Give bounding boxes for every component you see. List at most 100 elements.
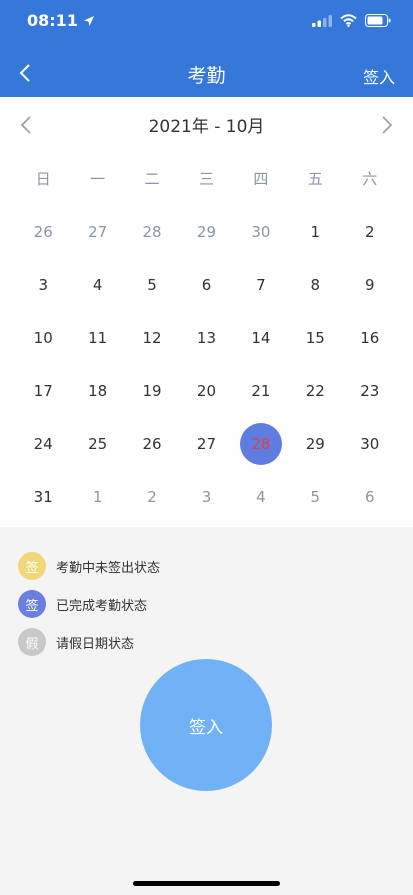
signin-button-label: 签入 [189,717,223,738]
calendar-day[interactable]: 6 [179,258,233,311]
calendar-day-number: 29 [305,434,325,453]
calendar-day[interactable]: 14 [234,311,288,364]
calendar-day[interactable]: 25 [70,417,124,470]
calendar-day-number: 2 [364,222,375,241]
calendar-day[interactable]: 19 [125,364,179,417]
calendar-day[interactable]: 27 [179,417,233,470]
calendar-day[interactable]: 30 [234,205,288,258]
month-selector: 2021年 - 10月 [0,111,413,137]
calendar-day-number: 24 [33,434,53,453]
battery-icon [365,14,391,27]
calendar-week-row: 3 4 5 6 7 8 9 [16,258,397,311]
calendar-day[interactable]: 1 [70,470,124,523]
calendar-day-number: 6 [201,275,212,294]
calendar-day[interactable]: 27 [70,205,124,258]
calendar-day-number: 8 [310,275,321,294]
calendar-day[interactable]: 2 [125,470,179,523]
calendar-day[interactable]: 15 [288,311,342,364]
chevron-right-icon [382,116,393,134]
calendar-day[interactable]: 23 [343,364,397,417]
calendar-week-row: 31 1 2 3 4 5 6 [16,470,397,523]
calendar-day-number: 1 [310,222,321,241]
calendar-day-number: 20 [196,381,217,400]
wifi-icon [340,14,357,27]
calendar-day[interactable]: 31 [16,470,70,523]
calendar-day-number: 22 [305,381,325,400]
legend-status-icon: 签 [18,552,46,580]
legend-item-completed: 签已完成考勤状态 [18,585,160,623]
calendar-day[interactable]: 6 [343,470,397,523]
calendar-day[interactable]: 9 [343,258,397,311]
status-indicators [312,14,391,27]
calendar-day-number: 4 [256,487,266,506]
weekday-header: 日一二三四五六 [16,168,397,189]
calendar-week-row: 26 27 28 29 30 1 2 [16,205,397,258]
page-title: 考勤 [187,65,226,87]
calendar-day[interactable]: 10 [16,311,70,364]
calendar-day-number: 28 [142,222,162,241]
calendar-day[interactable]: 18 [70,364,124,417]
calendar-day[interactable]: 26 [125,417,179,470]
weekday-label: 二 [144,170,160,188]
calendar-day-number: 4 [92,275,103,294]
calendar-day[interactable]: 3 [16,258,70,311]
calendar-day[interactable]: 29 [288,417,342,470]
calendar-day-number: 11 [88,328,108,347]
calendar-day[interactable]: 5 [288,470,342,523]
calendar-day-number: 23 [360,381,380,400]
calendar-day[interactable]: 11 [70,311,124,364]
signin-button[interactable]: 签入 [140,659,272,791]
status-time-text: 08:11 [27,11,78,30]
calendar-day[interactable]: 4 [70,258,124,311]
calendar-day-number: 18 [88,381,108,400]
signin-nav-button[interactable]: 签入 [363,64,395,88]
calendar-day[interactable]: 16 [343,311,397,364]
calendar-day-number: 31 [33,487,53,506]
calendar-day[interactable]: 5 [125,258,179,311]
weekday-label: 六 [362,170,378,188]
calendar-day-number: 16 [360,328,380,347]
calendar-day[interactable]: 24 [16,417,70,470]
calendar-day[interactable]: 21 [234,364,288,417]
calendar-day[interactable]: 22 [288,364,342,417]
status-time: 08:11 [27,11,95,30]
calendar-day[interactable]: 12 [125,311,179,364]
weekday-label: 三 [198,170,214,188]
calendar-week-row: 24 25 26 27 28 29 30 [16,417,397,470]
calendar-day-number: 25 [88,434,108,453]
calendar-day-number: 19 [142,381,162,400]
legend-label: 考勤中未签出状态 [56,560,161,576]
month-label: 2021年 - 10月 [148,117,265,137]
calendar-day-number: 29 [196,222,217,241]
calendar-day[interactable]: 8 [288,258,342,311]
calendar-day-number: 6 [364,487,375,506]
calendar-day[interactable]: 20 [179,364,233,417]
calendar-day-number: 9 [364,275,375,294]
calendar-day-number: 30 [251,222,271,241]
calendar-day[interactable]: 4 [234,470,288,523]
calendar-day-number: 21 [251,381,271,400]
calendar-day[interactable]: 3 [179,470,233,523]
next-month-button[interactable] [378,114,396,136]
calendar-day-number: 12 [142,328,162,347]
calendar-day-number: 5 [147,275,157,294]
calendar-day[interactable]: 29 [179,205,233,258]
calendar-day-number: 17 [33,381,53,400]
calendar-day-number: 26 [33,222,53,241]
calendar-day-number: 27 [88,222,108,241]
calendar-day-number: 14 [251,328,271,347]
calendar-day[interactable]: 2 [343,205,397,258]
calendar-day[interactable]: 1 [288,205,342,258]
calendar-day[interactable]: 17 [16,364,70,417]
calendar-day[interactable]: 30 [343,417,397,470]
calendar-day-number: 28 [251,434,271,453]
calendar-day[interactable]: 28 [125,205,179,258]
weekday-label: 日 [35,170,51,188]
calendar-day[interactable]: 13 [179,311,233,364]
signal-icon [312,14,332,27]
calendar-day-number: 15 [305,328,325,347]
calendar-day-completed[interactable]: 28 [234,417,288,470]
legend-status-icon: 签 [18,590,46,618]
calendar-day[interactable]: 7 [234,258,288,311]
calendar-day[interactable]: 26 [16,205,70,258]
